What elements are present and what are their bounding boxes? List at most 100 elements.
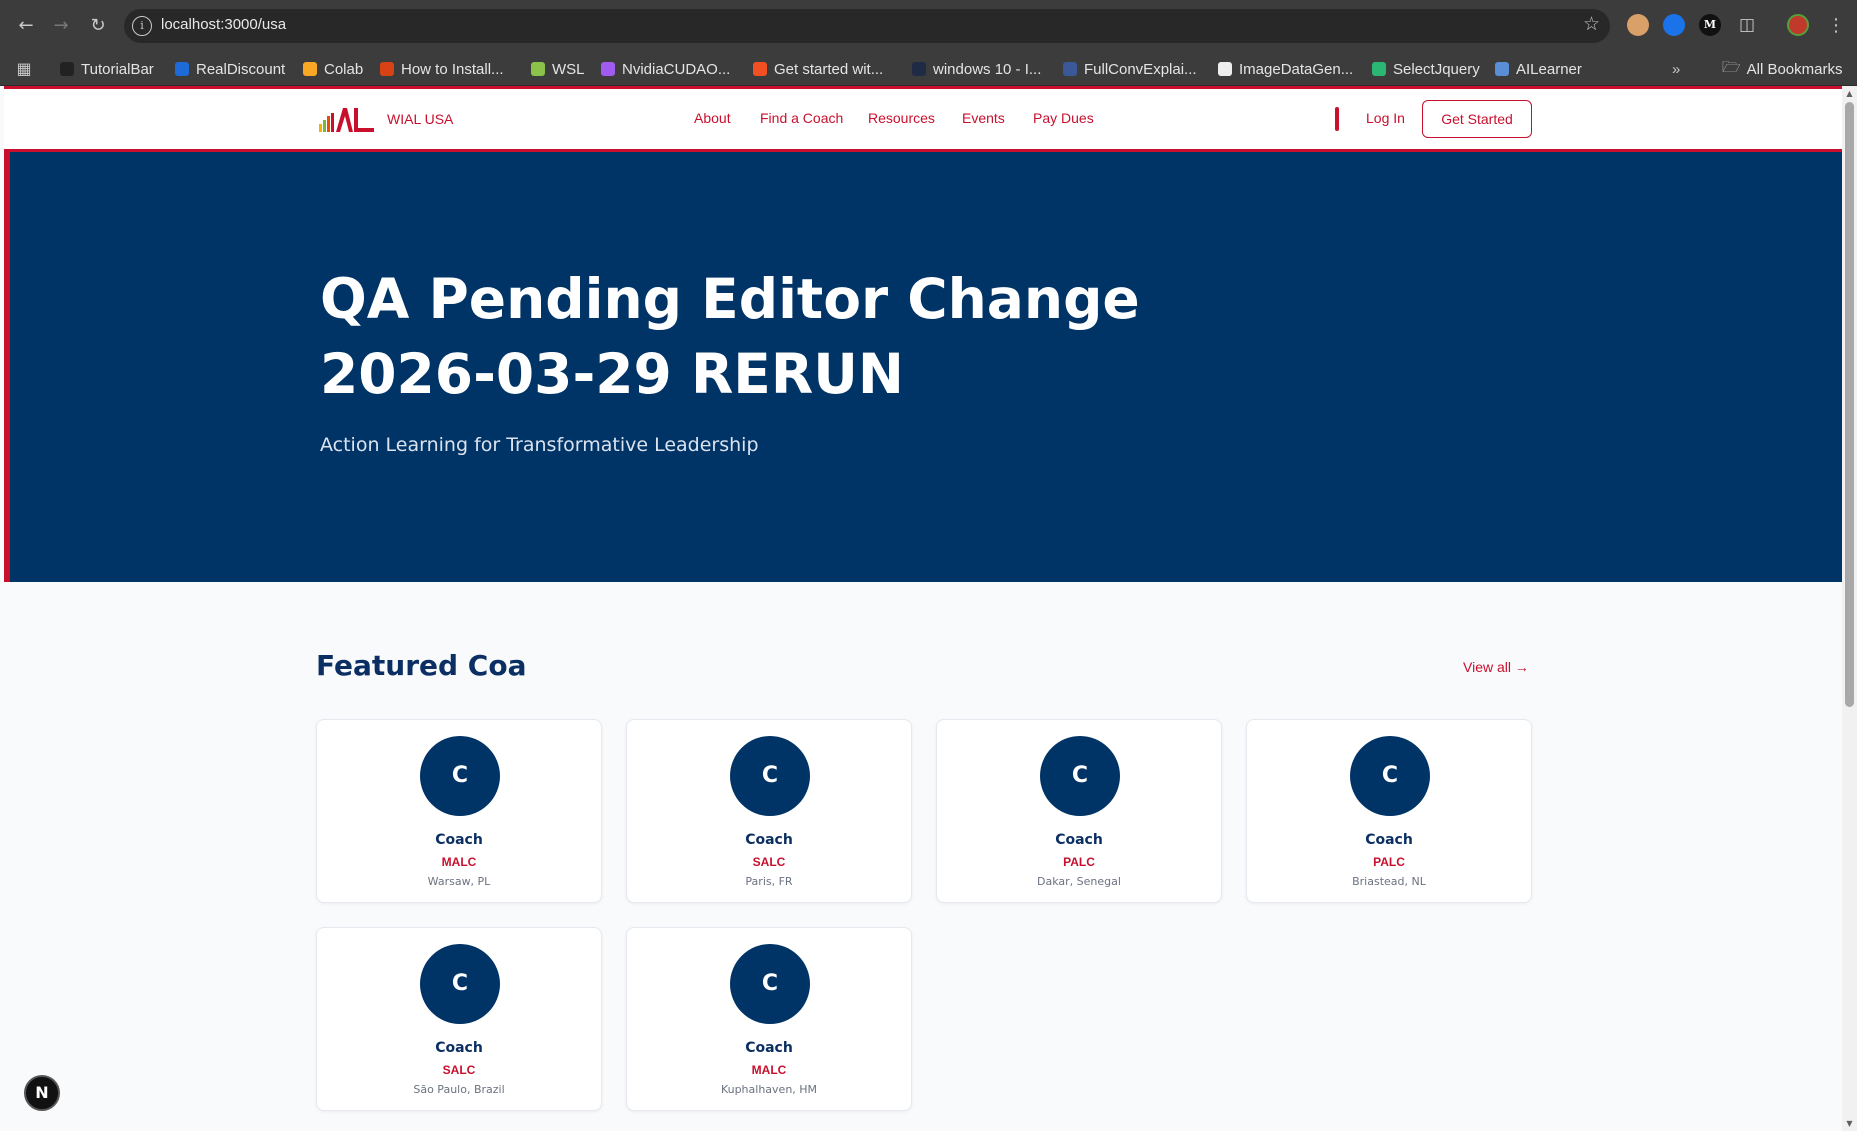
bookmark-item[interactable]: Get started wit... [753,60,883,78]
coach-certification: SALC [442,1063,476,1077]
extension-m-icon[interactable]: M [1699,14,1721,36]
bookmark-favicon-icon [601,62,615,76]
hero-subtitle: Action Learning for Transformative Leade… [320,434,759,456]
coach-avatar: C [1350,736,1430,816]
nav-resources[interactable]: Resources [868,110,935,126]
coach-card[interactable]: C Coach MALC Warsaw, PL [316,719,602,903]
bookmark-label: Get started wit... [774,60,884,78]
coach-name: Coach [1365,832,1413,848]
coach-avatar: C [730,944,810,1024]
bookmark-favicon-icon [303,62,317,76]
bookmark-label: windows 10 - I... [933,60,1042,78]
coach-avatar: C [420,944,500,1024]
bookmark-label: WSL [552,60,585,78]
bookmark-label: ImageDataGen... [1239,60,1354,78]
coach-location: Paris, FR [745,875,793,888]
nav-find-a-coach[interactable]: Find a Coach [760,110,843,126]
scrollbar-thumb[interactable] [1845,102,1854,707]
bookmark-item[interactable]: AILearner [1495,60,1582,78]
bookmark-favicon-icon [380,62,394,76]
page-scrollbar[interactable]: ▲ ▼ [1842,86,1857,1131]
bookmark-item[interactable]: ImageDataGen... [1218,60,1353,78]
nextjs-dev-badge[interactable]: N [24,1075,60,1111]
bookmarks-bar: ▦ TutorialBar RealDiscount Colab How to Ins… [0,52,1857,86]
bookmark-item[interactable]: SelectJquery [1372,60,1480,78]
address-bar[interactable]: i localhost:3000/usa ☆ [124,9,1610,43]
coach-card[interactable]: C Coach MALC Kuphalhaven, HM [626,927,912,1111]
more-bookmarks-icon[interactable]: » [1672,60,1680,78]
page-viewport: WIAL USA About Find a Coach Resources Ev… [4,86,1842,1131]
bookmark-item[interactable]: windows 10 - I... [912,60,1041,78]
nav-pay-dues[interactable]: Pay Dues [1033,110,1094,126]
coach-card[interactable]: C Coach PALC Dakar, Senegal [936,719,1222,903]
bookmark-item[interactable]: FullConvExplai... [1063,60,1197,78]
bookmark-item[interactable]: Colab [303,60,363,78]
bookmark-item[interactable]: NvidiaCUDAO... [601,60,730,78]
apps-grid-icon[interactable]: ▦ [10,55,38,83]
bookmark-label: Colab [324,60,364,78]
scroll-down-icon[interactable]: ▼ [1845,1119,1854,1128]
bookmark-label: How to Install... [401,60,504,78]
bookmark-favicon-icon [531,62,545,76]
get-started-button[interactable]: Get Started [1422,100,1532,138]
coach-card[interactable]: C Coach SALC São Paulo, Brazil [316,927,602,1111]
bookmark-item[interactable]: RealDiscount [175,60,285,78]
coach-avatar: C [730,736,810,816]
bookmark-favicon-icon [175,62,189,76]
coach-name: Coach [745,1040,793,1056]
bookmark-item[interactable]: How to Install... [380,60,504,78]
profile-avatar[interactable] [1787,14,1809,36]
bookmark-favicon-icon [753,62,767,76]
hero-title: QA Pending Editor Change 2026-03-29 RERU… [320,267,1140,406]
extension-icon[interactable] [1663,14,1685,36]
extension-icon[interactable] [1627,14,1649,36]
bookmark-star-icon[interactable]: ☆ [1583,13,1600,35]
bookmark-favicon-icon [912,62,926,76]
nav-about[interactable]: About [694,110,731,126]
all-bookmarks-label: All Bookmarks [1746,60,1843,78]
coach-location: São Paulo, Brazil [413,1083,505,1096]
coach-card[interactable]: C Coach PALC Briastead, NL [1246,719,1532,903]
coach-name: Coach [435,832,483,848]
folder-icon: 🗁 [1722,58,1741,76]
all-bookmarks-folder[interactable]: 🗁 All Bookmarks [1722,59,1843,78]
coach-certification: SALC [752,855,786,869]
coach-certification: PALC [1373,855,1405,869]
site-header: WIAL USA About Find a Coach Resources Ev… [4,89,1842,152]
coach-location: Dakar, Senegal [1037,875,1121,888]
login-link[interactable]: Log In [1366,110,1405,126]
brand-link[interactable]: WIAL USA [319,106,453,132]
bookmark-label: RealDiscount [196,60,286,78]
bookmark-favicon-icon [1063,62,1077,76]
language-toggle-bar[interactable] [1335,107,1339,131]
nav-events[interactable]: Events [962,110,1005,126]
bookmark-label: SelectJquery [1393,60,1480,78]
bookmark-label: NvidiaCUDAO... [622,60,731,78]
reload-icon[interactable]: ↻ [84,12,112,40]
view-all-link[interactable]: View all → [1463,659,1529,675]
bookmark-label: TutorialBar [81,60,154,78]
coach-certification: PALC [1063,855,1095,869]
menu-kebab-icon[interactable]: ⋮ [1822,12,1850,40]
wial-logo-icon [319,106,375,132]
bookmark-favicon-icon [1218,62,1232,76]
bookmark-item[interactable]: TutorialBar [60,60,154,78]
featured-coaches-heading: Featured Coa [316,649,527,682]
site-info-icon[interactable]: i [132,16,152,36]
address-url[interactable]: localhost:3000/usa [161,16,286,33]
coach-avatar: C [1040,736,1120,816]
bookmark-label: AILearner [1516,60,1582,78]
extensions-puzzle-icon[interactable]: ◫ [1733,11,1761,39]
forward-icon[interactable]: → [47,12,75,40]
coach-name: Coach [745,832,793,848]
bookmark-item[interactable]: WSL [531,60,585,78]
coach-name: Coach [435,1040,483,1056]
coach-avatar: C [420,736,500,816]
coach-location: Kuphalhaven, HM [720,1083,818,1096]
coach-card[interactable]: C Coach SALC Paris, FR [626,719,912,903]
bookmark-favicon-icon [60,62,74,76]
back-icon[interactable]: ← [12,12,40,40]
brand-name: WIAL USA [387,111,454,127]
scroll-up-icon[interactable]: ▲ [1845,89,1854,98]
coach-name: Coach [1055,832,1103,848]
